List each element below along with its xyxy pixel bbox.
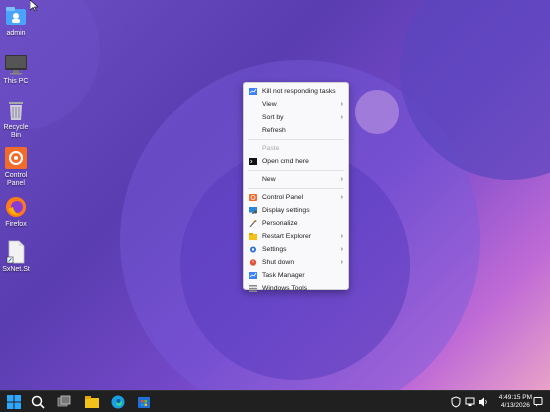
- taskbar-edge[interactable]: [110, 394, 126, 410]
- chevron-right-icon: ›: [340, 176, 343, 183]
- cmd-icon: [249, 158, 257, 165]
- menu-item-settings[interactable]: Settings ›: [244, 243, 348, 256]
- folder-icon: [85, 396, 99, 408]
- taskbar-store[interactable]: [136, 394, 152, 410]
- desktop-icon-firefox[interactable]: Firefox: [0, 195, 34, 229]
- menu-item-label: Paste: [262, 145, 280, 152]
- power-icon: [249, 259, 257, 266]
- folder-icon: [249, 233, 257, 240]
- kill-tasks-icon: [249, 88, 257, 95]
- desktop-icon-this-pc[interactable]: This PC: [0, 52, 34, 86]
- clock-time: 4:49:15 PM: [498, 394, 532, 401]
- network-icon: [465, 397, 475, 406]
- menu-separator: [248, 188, 344, 189]
- menu-item-task-manager[interactable]: Task Manager: [244, 269, 348, 282]
- menu-item-label: Control Panel: [262, 194, 304, 201]
- firefox-icon: [4, 195, 28, 219]
- volume-icon: [479, 397, 487, 407]
- chevron-right-icon: ›: [340, 259, 343, 266]
- menu-item-restart-explorer[interactable]: Restart Explorer ›: [244, 230, 348, 243]
- menu-item-label: Shut down: [262, 259, 295, 266]
- menu-item-label: Display settings: [262, 207, 310, 214]
- taskbar-search-button[interactable]: [30, 394, 46, 410]
- menu-item-open-cmd[interactable]: Open cmd here: [244, 155, 348, 168]
- windows-logo-icon: [7, 395, 21, 409]
- menu-item-windows-tools[interactable]: Windows Tools: [244, 282, 348, 295]
- shield-icon: [451, 396, 461, 408]
- tray-network-icon[interactable]: [465, 396, 475, 408]
- search-icon: [31, 395, 45, 409]
- chevron-right-icon: ›: [340, 233, 343, 240]
- desktop-icon-label: This PC: [3, 78, 29, 85]
- display-settings-icon: [249, 207, 257, 214]
- menu-item-label: New: [262, 176, 276, 183]
- wallpaper-swirl: [355, 90, 399, 134]
- notification-icon: [533, 397, 543, 407]
- menu-separator: [248, 170, 344, 171]
- menu-item-new[interactable]: New ›: [244, 173, 348, 186]
- taskbar: 4:49:15 PM 4/13/2026: [0, 390, 550, 412]
- menu-item-label: Refresh: [262, 127, 286, 134]
- desktop-icon-label: Control Panel: [4, 172, 28, 187]
- menu-item-label: Kill not responding tasks: [262, 88, 336, 95]
- start-button[interactable]: [6, 394, 22, 410]
- chevron-right-icon: ›: [340, 194, 343, 201]
- menu-item-shut-down[interactable]: Shut down ›: [244, 256, 348, 269]
- desktop-icon-label: Recycle Bin: [3, 124, 29, 139]
- desktop-icon-sxnet[interactable]: SxNet.St: [0, 240, 34, 274]
- task-view-button[interactable]: [56, 394, 72, 410]
- menu-item-label: Windows Tools: [262, 285, 308, 292]
- menu-item-label: Settings: [262, 246, 287, 253]
- task-manager-icon: [249, 272, 257, 279]
- taskbar-file-explorer[interactable]: [84, 394, 100, 410]
- menu-item-label: Restart Explorer: [262, 233, 312, 240]
- desktop-icon-label: Firefox: [5, 221, 27, 228]
- menu-item-control-panel[interactable]: Control Panel ›: [244, 191, 348, 204]
- control-panel-icon: [4, 146, 28, 170]
- control-panel-icon: [249, 194, 257, 201]
- menu-item-label: Open cmd here: [262, 158, 309, 165]
- clock-date: 4/13/2026: [500, 402, 530, 409]
- tray-volume-icon[interactable]: [478, 396, 488, 408]
- desktop-context-menu: Kill not responding tasks View › Sort by…: [243, 82, 349, 292]
- desktop-icon-control-panel[interactable]: Control Panel: [0, 146, 34, 188]
- menu-item-label: Sort by: [262, 114, 284, 121]
- mouse-cursor-icon: [29, 0, 39, 14]
- brush-icon: [249, 220, 257, 227]
- task-view-icon: [57, 395, 71, 407]
- menu-item-label: Task Manager: [262, 272, 305, 279]
- menu-item-label: Personalize: [262, 220, 298, 227]
- settings-gear-icon: [250, 246, 256, 253]
- chevron-right-icon: ›: [340, 246, 343, 253]
- desktop-icon-label: SxNet.St: [2, 266, 30, 273]
- chevron-right-icon: ›: [340, 114, 343, 121]
- user-folder-icon: [4, 4, 28, 28]
- menu-item-refresh[interactable]: Refresh: [244, 124, 348, 137]
- edge-icon: [111, 395, 125, 409]
- taskbar-clock[interactable]: 4:49:15 PM 4/13/2026: [499, 394, 532, 410]
- desktop-icon-recycle-bin[interactable]: Recycle Bin: [0, 98, 34, 140]
- menu-item-sort-by[interactable]: Sort by ›: [244, 111, 348, 124]
- monitor-icon: [4, 52, 28, 76]
- menu-item-paste: Paste: [244, 142, 348, 155]
- menu-item-label: View: [262, 101, 277, 108]
- store-icon: [138, 397, 150, 408]
- recycle-bin-icon: [4, 98, 28, 122]
- chevron-right-icon: ›: [340, 101, 343, 108]
- menu-item-personalize[interactable]: Personalize: [244, 217, 348, 230]
- windows-tools-icon: [249, 285, 257, 292]
- desktop[interactable]: admin This PC Recycle Bin Control Panel …: [0, 0, 550, 390]
- notification-button[interactable]: [533, 396, 543, 408]
- menu-item-display-settings[interactable]: Display settings: [244, 204, 348, 217]
- tray-security-icon[interactable]: [451, 396, 461, 408]
- desktop-icon-admin[interactable]: admin: [0, 4, 34, 38]
- menu-item-view[interactable]: View ›: [244, 98, 348, 111]
- file-shortcut-icon: [4, 240, 28, 264]
- desktop-icon-label: admin: [6, 30, 26, 37]
- menu-item-kill-tasks[interactable]: Kill not responding tasks: [244, 85, 348, 98]
- menu-separator: [248, 139, 344, 140]
